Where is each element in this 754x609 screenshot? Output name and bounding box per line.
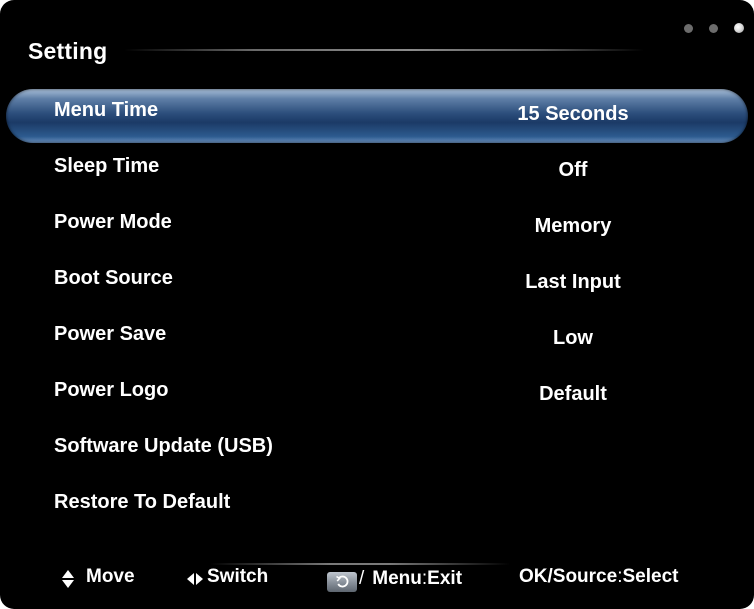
hint-switch-label: Switch — [207, 566, 269, 587]
hint-exit-slash: / — [359, 568, 365, 589]
hint-exit-label: Exit — [427, 568, 463, 589]
menu-item-power-save[interactable]: Power Save Low — [0, 310, 754, 366]
menu-item-boot-source[interactable]: Boot Source Last Input — [0, 254, 754, 310]
settings-screen: Setting Menu Time 15 Seconds Sleep Time … — [0, 0, 754, 609]
menu-item-label: Software Update (USB) — [54, 435, 273, 457]
menu-item-software-update[interactable]: Software Update (USB) — [0, 422, 754, 478]
menu-item-value[interactable]: Low — [430, 327, 716, 350]
menu-item-label: Power Mode — [54, 211, 172, 233]
menu-item-menu-time[interactable]: Menu Time 15 Seconds — [0, 86, 754, 143]
dot-icon — [709, 24, 718, 33]
key-hints-bar: Move Switch / Menu : Exit OK/Source : Se… — [0, 562, 754, 592]
up-down-arrows-icon — [62, 570, 74, 588]
menu-item-value[interactable]: Memory — [430, 215, 716, 238]
settings-menu: Menu Time 15 Seconds Sleep Time Off Powe… — [0, 86, 754, 534]
hint-move-label: Move — [86, 566, 135, 587]
dot-icon — [684, 24, 693, 33]
left-right-arrows-icon — [187, 573, 203, 585]
hint-exit-key: Menu — [372, 568, 422, 589]
menu-item-restore-default[interactable]: Restore To Default — [0, 478, 754, 534]
menu-item-label: Power Save — [54, 323, 167, 345]
menu-item-label: Restore To Default — [54, 491, 231, 513]
hint-select-key: OK/Source — [519, 566, 618, 587]
hint-select: OK/Source : Select — [519, 566, 678, 588]
page-title: Setting — [28, 38, 108, 64]
menu-item-value[interactable]: Default — [430, 383, 716, 406]
return-icon — [327, 572, 357, 592]
menu-item-power-logo[interactable]: Power Logo Default — [0, 366, 754, 422]
hint-switch: Switch — [187, 566, 268, 588]
menu-item-value[interactable]: Off — [430, 159, 716, 182]
hint-exit: / Menu : Exit — [327, 566, 462, 592]
menu-item-sleep-time[interactable]: Sleep Time Off — [0, 142, 754, 198]
menu-item-label: Menu Time — [54, 99, 159, 121]
title-divider — [124, 49, 644, 51]
menu-item-value[interactable]: Last Input — [430, 271, 716, 294]
dot-icon-active — [734, 23, 744, 33]
hint-select-label: Select — [622, 566, 679, 587]
menu-item-label: Sleep Time — [54, 155, 160, 177]
menu-item-label: Power Logo — [54, 379, 169, 401]
menu-item-value[interactable]: 15 Seconds — [430, 103, 716, 126]
hint-move: Move — [62, 566, 135, 588]
menu-item-power-mode[interactable]: Power Mode Memory — [0, 198, 754, 254]
dots-icon — [684, 23, 744, 33]
menu-item-label: Boot Source — [54, 267, 173, 289]
